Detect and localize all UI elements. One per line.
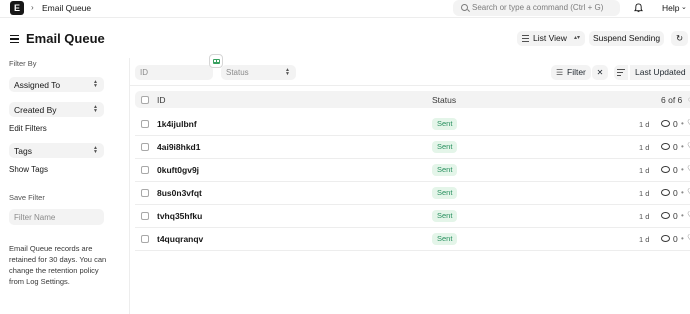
status-badge: Sent (432, 187, 458, 199)
status-badge: Sent (432, 164, 458, 176)
created-by-select[interactable]: Created By ▲ ▼ (9, 102, 104, 117)
status-filter-placeholder: Status (226, 68, 249, 77)
app-logo[interactable]: E (10, 1, 24, 15)
separator-dot: • (681, 165, 684, 174)
filter-by-label: Filter By (9, 59, 37, 68)
comment-count: 0 (673, 234, 678, 244)
status-badge: Sent (432, 210, 458, 222)
list-row[interactable]: 1k4ijulbnf Sent 1 d 0 • ♡ (135, 113, 690, 136)
list-row[interactable]: 4ai9i8hkd1 Sent 1 d 0 • ♡ (135, 136, 690, 159)
separator-dot: • (681, 142, 684, 151)
row-age: 1 d (639, 212, 650, 221)
search-placeholder: Search or type a command (Ctrl + G) (472, 3, 604, 12)
comment-icon (661, 166, 670, 173)
separator-dot: • (681, 119, 684, 128)
comment-count: 0 (673, 142, 678, 152)
comment-count: 0 (673, 188, 678, 198)
row-age: 1 d (639, 120, 650, 129)
row-checkbox[interactable] (141, 166, 149, 174)
created-by-label: Created By (14, 105, 57, 115)
separator-dot: • (681, 188, 684, 197)
edit-filters-link[interactable]: Edit Filters (9, 124, 47, 133)
bell-icon[interactable] (634, 3, 643, 13)
comment-icon (661, 235, 670, 242)
separator-dot: • (681, 234, 684, 243)
comment-count: 0 (673, 165, 678, 175)
sort-by-button[interactable]: Last Updated (630, 65, 690, 80)
breadcrumb-chevron-icon: › (31, 3, 34, 12)
status-badge: Sent (432, 233, 458, 245)
comment-count: 0 (673, 211, 678, 221)
row-age: 1 d (639, 166, 650, 175)
select-arrows-icon: ▲ ▼ (285, 67, 290, 77)
comment-icon (661, 120, 670, 127)
refresh-button[interactable]: ↻ (671, 31, 688, 46)
id-filter-input[interactable]: ID (135, 65, 213, 80)
list-row[interactable]: 8us0n3vfqt Sent 1 d 0 • ♡ (135, 182, 690, 205)
clear-filters-button[interactable]: ✕ (592, 65, 608, 80)
save-filter-label: Save Filter (9, 193, 45, 202)
search-bar[interactable]: Search or type a command (Ctrl + G) (453, 0, 620, 16)
filter-label: Filter (567, 67, 586, 77)
top-navbar: E › Email Queue Search or type a command… (0, 0, 690, 18)
select-arrows-icon: ▲ ▼ (93, 145, 98, 155)
select-all-checkbox[interactable] (141, 96, 149, 104)
row-id-link[interactable]: 1k4ijulbnf (157, 119, 197, 129)
row-id-link[interactable]: 0kuft0gv9j (157, 165, 199, 175)
tags-select[interactable]: Tags ▲ ▼ (9, 143, 104, 158)
list-row[interactable]: 0kuft0gv9j Sent 1 d 0 • ♡ (135, 159, 690, 182)
comment-icon (661, 212, 670, 219)
row-id-link[interactable]: tvhq35hfku (157, 211, 202, 221)
row-age: 1 d (639, 189, 650, 198)
filter-button[interactable]: ☰ Filter (551, 65, 591, 80)
status-badge: Sent (432, 141, 458, 153)
list-row[interactable]: tvhq35hfku Sent 1 d 0 • ♡ (135, 205, 690, 228)
assigned-to-label: Assigned To (14, 80, 61, 90)
filter-name-placeholder: Filter Name (14, 213, 56, 222)
robot-icon[interactable] (209, 54, 223, 68)
list-row[interactable]: t4quqranqv Sent 1 d 0 • ♡ (135, 228, 690, 251)
show-tags-link[interactable]: Show Tags (9, 165, 48, 174)
filter-name-input[interactable]: Filter Name (9, 209, 104, 225)
assigned-to-select[interactable]: Assigned To ▲ ▼ (9, 77, 104, 92)
sidebar-toggle-icon[interactable] (10, 35, 19, 43)
record-count: 6 of 6 (661, 95, 683, 105)
retention-note: Email Queue records are retained for 30 … (9, 244, 107, 286)
breadcrumb-email-queue[interactable]: Email Queue (42, 3, 91, 13)
list-icon (522, 35, 529, 42)
page-title: Email Queue (26, 31, 105, 46)
column-header-id: ID (157, 95, 166, 105)
list-view-button[interactable]: List View ▴▾ (517, 31, 585, 46)
sort-order-icon[interactable] (614, 65, 628, 80)
row-age: 1 d (639, 235, 650, 244)
separator-dot: • (681, 211, 684, 220)
filter-icon: ☰ (556, 68, 564, 77)
row-id-link[interactable]: 8us0n3vfqt (157, 188, 202, 198)
chevron-down-icon: ⌄ (681, 4, 687, 11)
row-checkbox[interactable] (141, 143, 149, 151)
row-checkbox[interactable] (141, 120, 149, 128)
select-arrows-icon: ▲ ▼ (93, 79, 98, 89)
comment-icon (661, 143, 670, 150)
row-id-link[interactable]: 4ai9i8hkd1 (157, 142, 200, 152)
sort-arrows-icon: ▴▾ (574, 35, 581, 41)
list-header (135, 91, 690, 108)
select-arrows-icon: ▲ ▼ (93, 104, 98, 114)
id-filter-placeholder: ID (140, 68, 148, 77)
comment-icon (661, 189, 670, 196)
row-id-link[interactable]: t4quqranqv (157, 234, 203, 244)
column-header-status: Status (432, 95, 457, 105)
row-checkbox[interactable] (141, 189, 149, 197)
list-view-label: List View (533, 33, 567, 43)
status-filter-select[interactable]: Status ▲ ▼ (221, 65, 296, 80)
suspend-sending-button[interactable]: Suspend Sending (589, 31, 664, 46)
status-badge: Sent (432, 118, 458, 130)
help-menu[interactable]: Help (662, 3, 679, 13)
row-age: 1 d (639, 143, 650, 152)
comment-count: 0 (673, 119, 678, 129)
tags-label: Tags (14, 146, 32, 156)
row-checkbox[interactable] (141, 235, 149, 243)
search-icon (461, 4, 468, 11)
row-checkbox[interactable] (141, 212, 149, 220)
